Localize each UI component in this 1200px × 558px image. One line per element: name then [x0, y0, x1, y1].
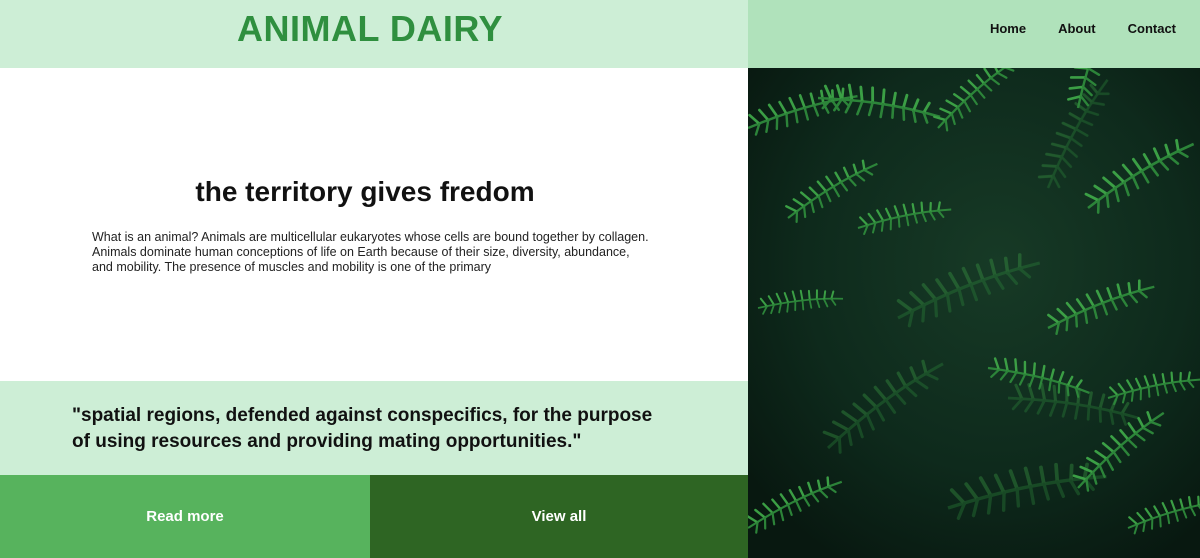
- view-all-button[interactable]: View all: [370, 475, 748, 558]
- main-nav: Home About Contact: [990, 21, 1176, 36]
- header-brand-bar: ANIMAL DAIRY: [0, 0, 748, 68]
- quote-band: "spatial regions, defended against consp…: [0, 381, 748, 475]
- right-column: Home About Contact: [748, 0, 1200, 558]
- left-column: ANIMAL DAIRY the territory gives fredom …: [0, 0, 748, 558]
- nav-contact-link[interactable]: Contact: [1128, 21, 1176, 36]
- nav-about-link[interactable]: About: [1058, 21, 1096, 36]
- hero-body-text: What is an animal? Animals are multicell…: [92, 230, 649, 274]
- foliage-photo: [748, 68, 1200, 558]
- read-more-button[interactable]: Read more: [0, 475, 370, 558]
- header-nav-bar: Home About Contact: [748, 0, 1200, 68]
- foliage-image: [748, 68, 1200, 558]
- site-logo[interactable]: ANIMAL DAIRY: [0, 8, 740, 50]
- page: ANIMAL DAIRY the territory gives fredom …: [0, 0, 1200, 558]
- quote-text: "spatial regions, defended against consp…: [72, 405, 653, 452]
- hero-content: the territory gives fredom What is an an…: [0, 68, 748, 381]
- hero-heading: the territory gives fredom: [195, 176, 535, 207]
- nav-home-link[interactable]: Home: [990, 21, 1026, 36]
